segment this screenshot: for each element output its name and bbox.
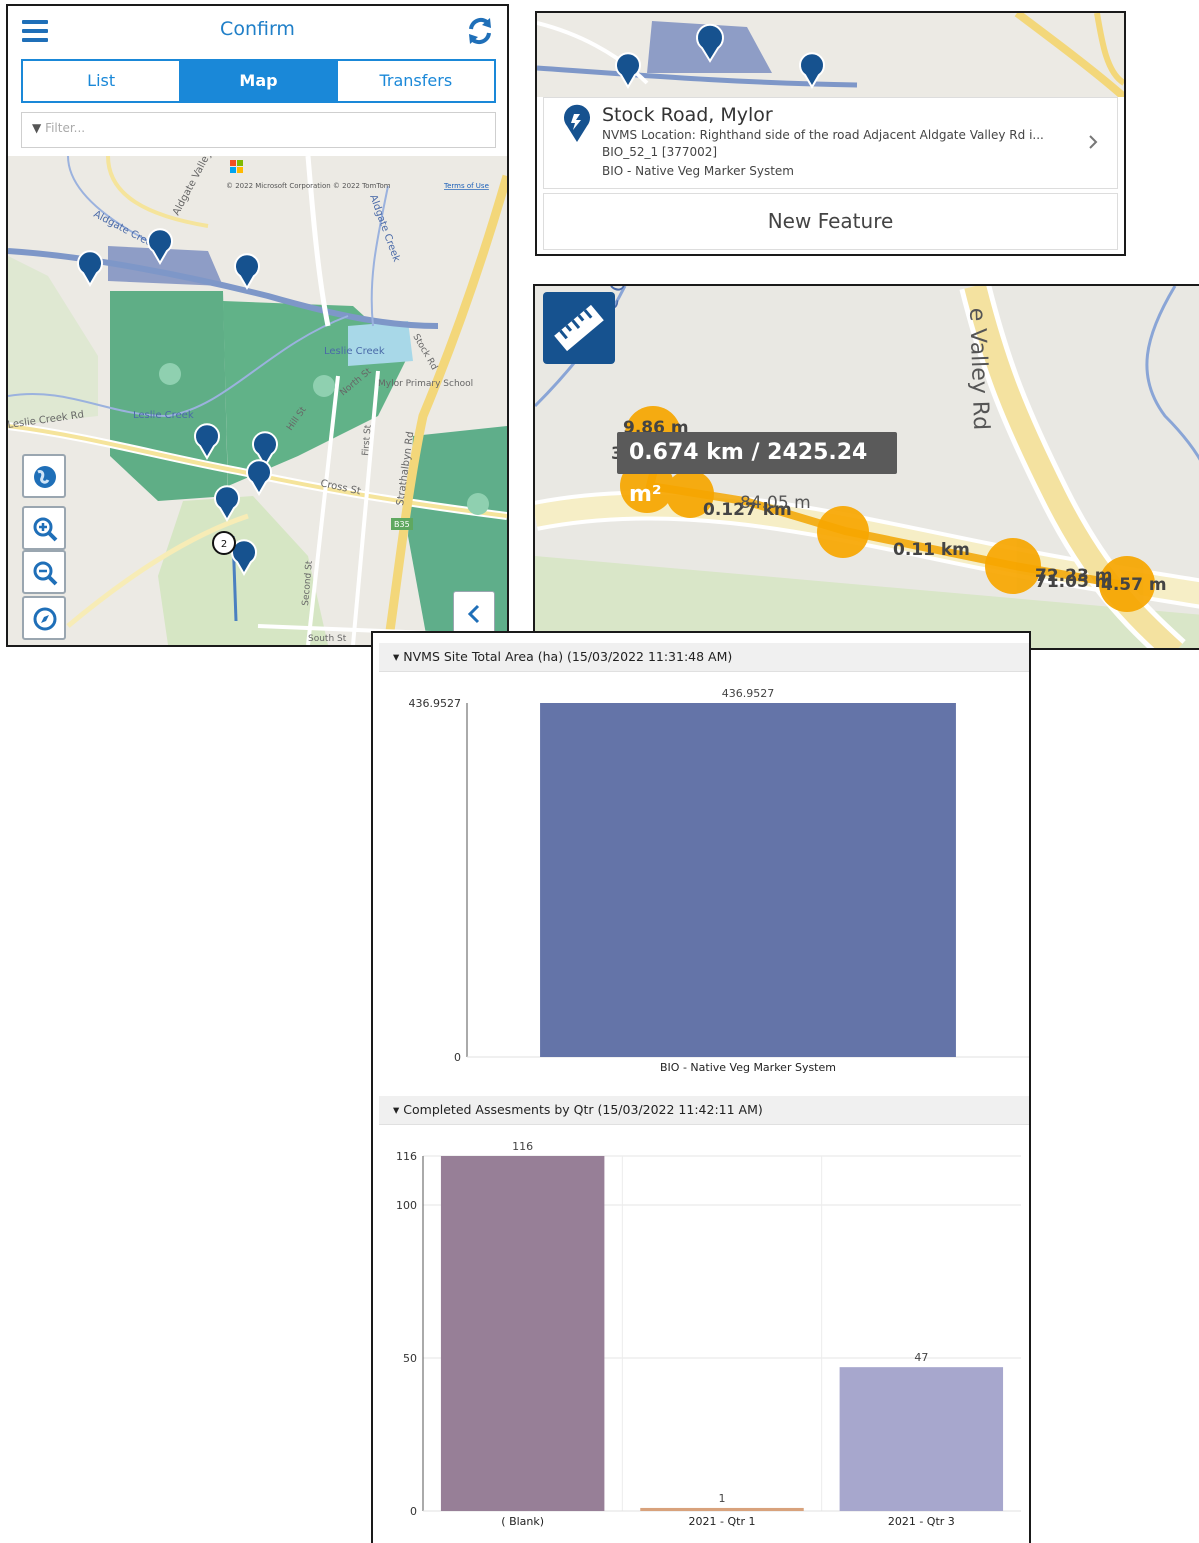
- park-icon: [159, 363, 181, 385]
- filter-icon: ▼: [32, 121, 42, 135]
- svg-text:Leslie Creek: Leslie Creek: [324, 346, 385, 357]
- ruler-icon: [554, 304, 604, 352]
- feature-type: BIO - Native Veg Marker System: [602, 164, 794, 178]
- svg-text:© 2022 Microsoft Corporation ©: © 2022 Microsoft Corporation © 2022 TomT…: [226, 182, 391, 190]
- svg-text:Terms of Use: Terms of Use: [443, 182, 489, 190]
- tab-transfers[interactable]: Transfers: [338, 61, 494, 101]
- y-tick-label: 100: [396, 1199, 417, 1212]
- zoom-in-icon: [33, 517, 58, 542]
- x-tick-label: 2021 - Qtr 3: [888, 1515, 955, 1528]
- segment-label: 4.57 m: [1101, 575, 1167, 595]
- segment-label: 0.11 km: [893, 540, 970, 560]
- locate-button[interactable]: [22, 596, 66, 640]
- park-icon: [467, 493, 489, 515]
- app-header: Confirm: [8, 6, 507, 56]
- compass-icon: [33, 607, 57, 631]
- svg-text:2: 2: [221, 539, 227, 550]
- zoom-out-icon: [33, 561, 58, 586]
- svg-text:B35: B35: [394, 520, 410, 529]
- data-label: 47: [914, 1351, 928, 1364]
- tab-map[interactable]: Map: [180, 61, 338, 101]
- measure-total-tooltip: 0.674 km / 2425.24 m²: [617, 432, 897, 507]
- zoom-out-button[interactable]: [22, 550, 66, 594]
- measure-tool-button[interactable]: [543, 292, 615, 364]
- marker-icon: [564, 104, 590, 142]
- map-strip: [537, 13, 1124, 97]
- new-feature-button[interactable]: New Feature: [543, 193, 1118, 250]
- zoom-in-button[interactable]: [22, 506, 66, 550]
- y-tick-label: 0: [410, 1505, 417, 1518]
- map-view[interactable]: Aldgate Creek Aldgate Valley Aldgate Cre…: [8, 156, 507, 645]
- park-icon: [313, 375, 335, 397]
- app-title: Confirm: [220, 18, 295, 40]
- bar: [440, 1156, 605, 1511]
- tab-list[interactable]: List: [23, 61, 181, 101]
- measure-vertex[interactable]: [985, 538, 1041, 594]
- dashboard-charts-screenshot: ▾ NVMS Site Total Area (ha) (15/03/2022 …: [371, 631, 1031, 1543]
- bar: [839, 1367, 1004, 1511]
- x-tick-label: ( Blank): [501, 1515, 544, 1528]
- feature-title: Stock Road, Mylor: [602, 104, 773, 126]
- segment-label: 84.05 m: [740, 493, 811, 513]
- basemap-button[interactable]: [22, 454, 66, 498]
- collapse-triangle-icon: ▾: [393, 1102, 400, 1117]
- chart-title: Completed Assesments by Qtr (15/03/2022 …: [403, 1102, 763, 1117]
- y-tick-label: 116: [396, 1150, 417, 1163]
- filter-placeholder: Filter...: [45, 121, 86, 135]
- view-tabs: List Map Transfers: [21, 59, 496, 103]
- bar: [640, 1507, 804, 1511]
- svg-text:South St: South St: [308, 634, 347, 644]
- area-bar-chart: 0 436.9527 436.9527 BIO - Native Veg Marker…: [409, 687, 1029, 1074]
- y-tick-label: 50: [403, 1352, 417, 1365]
- chart-section-header[interactable]: ▾ Completed Assesments by Qtr (15/03/202…: [379, 1096, 1029, 1125]
- chart-section-header[interactable]: ▾ NVMS Site Total Area (ha) (15/03/2022 …: [379, 643, 1029, 672]
- svg-text:Mylor Primary School: Mylor Primary School: [378, 379, 473, 389]
- water-area: [348, 321, 413, 366]
- y-tick-label: 0: [454, 1051, 461, 1064]
- y-tick-label: 436.9527: [409, 697, 462, 710]
- feature-id: BIO_52_1 [377002]: [602, 145, 718, 159]
- map-canvas: Aldgate Creek Aldgate Valley Aldgate Cre…: [8, 156, 507, 645]
- collapse-triangle-icon: ▾: [393, 649, 400, 664]
- feature-card-screenshot: Stock Road, Mylor NVMS Location: Rightha…: [535, 11, 1126, 256]
- globe-icon: [34, 466, 56, 488]
- x-tick-label: BIO - Native Veg Marker System: [660, 1061, 836, 1074]
- measure-tool-screenshot: e Valley Rd e C 9.86 m 36 0.674 km / 242…: [533, 284, 1199, 650]
- data-label: 116: [512, 1140, 533, 1153]
- data-label: 1: [719, 1492, 726, 1505]
- chart-title: NVMS Site Total Area (ha) (15/03/2022 11…: [403, 649, 733, 664]
- measure-vertex[interactable]: [817, 506, 869, 558]
- x-tick-label: 2021 - Qtr 1: [689, 1515, 756, 1528]
- assessments-bar-chart: 0 50 100 116 116 ( Blank) 1 2021 - Qtr 1 47 2021 …: [396, 1140, 1021, 1528]
- svg-text:e Valley Rd: e Valley Rd: [964, 307, 993, 430]
- mobile-app-screenshot: Confirm List Map Transfers ▼ Filter... A…: [6, 4, 509, 647]
- data-label: 436.9527: [722, 687, 775, 700]
- feature-list-item[interactable]: Stock Road, Mylor NVMS Location: Rightha…: [543, 97, 1118, 189]
- chevron-right-icon: [1089, 135, 1098, 149]
- chevron-left-icon: [467, 604, 480, 624]
- filter-input[interactable]: ▼ Filter...: [21, 112, 496, 148]
- refresh-icon[interactable]: [465, 16, 495, 46]
- svg-text:Leslie Creek: Leslie Creek: [133, 410, 194, 421]
- bar: [540, 703, 956, 1057]
- feature-location: NVMS Location: Righthand side of the roa…: [602, 128, 1044, 142]
